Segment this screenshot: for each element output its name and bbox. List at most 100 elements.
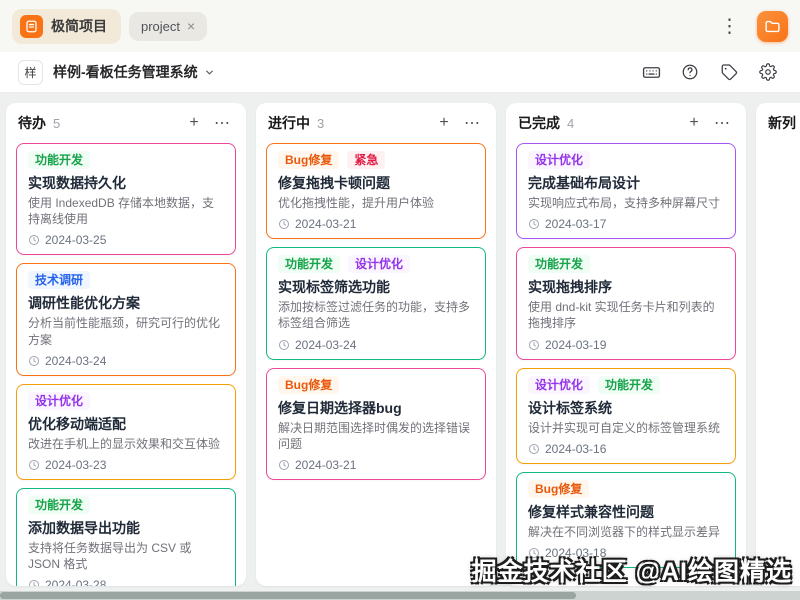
task-card[interactable]: 功能开发设计优化实现标签筛选功能添加按标签过滤任务的功能，支持多标签组合筛选 20…	[266, 247, 486, 359]
top-header: 极简项目 project × ⋮	[0, 0, 800, 52]
help-button[interactable]	[676, 58, 704, 86]
due-date-text: 2024-03-28	[45, 578, 106, 586]
task-title: 设计标签系统	[528, 399, 724, 418]
clock-icon	[28, 459, 40, 471]
clock-icon	[28, 355, 40, 367]
column-title-text: 进行中	[268, 115, 310, 131]
clock-icon	[528, 218, 540, 230]
column-actions: +⋯	[182, 111, 234, 135]
column-header: 进行中3 +⋯	[256, 103, 496, 141]
tag-pill: 技术调研	[28, 271, 90, 289]
due-date-text: 2024-03-16	[545, 442, 606, 456]
task-title: 修复日期选择器bug	[278, 399, 474, 418]
horizontal-scrollbar[interactable]	[0, 591, 800, 600]
due-date-text: 2024-03-24	[295, 338, 356, 352]
task-description: 使用 dnd-kit 实现任务卡片和列表的拖拽排序	[528, 299, 724, 331]
task-due-date: 2024-03-25	[28, 233, 224, 247]
task-description: 添加按标签过滤任务的功能，支持多标签组合筛选	[278, 299, 474, 331]
column-title: 进行中3	[268, 113, 324, 133]
tag-row: 设计优化功能开发	[528, 376, 724, 394]
task-description: 使用 IndexedDB 存储本地数据，支持离线使用	[28, 195, 224, 227]
keyboard-icon	[642, 63, 661, 82]
task-description: 解决在不同浏览器下的样式显示差异	[528, 524, 724, 540]
due-date-text: 2024-03-18	[545, 546, 606, 560]
column-title-text: 待办	[18, 115, 46, 131]
task-card[interactable]: 技术调研调研性能优化方案分析当前性能瓶颈，研究可行的优化方案2024-03-24	[16, 263, 236, 375]
task-description: 改进在手机上的显示效果和交互体验	[28, 436, 224, 452]
tag-pill: 设计优化	[348, 255, 410, 273]
board-column: 已完成4+⋯设计优化完成基础布局设计实现响应式布局，支持多种屏幕尺寸2024-0…	[506, 103, 746, 586]
task-title: 实现数据持久化	[28, 174, 224, 193]
clock-icon	[28, 579, 40, 586]
keyboard-shortcuts-button[interactable]	[637, 58, 665, 86]
tab-label: 极简项目	[51, 16, 107, 36]
task-title: 完成基础布局设计	[528, 174, 724, 193]
task-title: 添加数据导出功能	[28, 519, 224, 538]
tags-button[interactable]	[715, 58, 743, 86]
add-card-button[interactable]: +	[432, 111, 456, 135]
task-title: 修复样式兼容性问题	[528, 503, 724, 522]
card-list: 功能开发 实现数据持久化使用 IndexedDB 存储本地数据，支持离线使用 202…	[6, 141, 246, 586]
tag-pill: 设计优化	[528, 376, 590, 394]
tag-row: 功能开发	[528, 255, 724, 273]
add-card-button[interactable]: +	[182, 111, 206, 135]
task-card[interactable]: Bug修复紧急修复拖拽卡顿问题优化拖拽性能，提升用户体验2024-03-21	[266, 143, 486, 239]
tag-row: Bug修复	[528, 480, 724, 498]
task-card[interactable]: Bug修复修复样式兼容性问题解决在不同浏览器下的样式显示差异 2024-03-18	[516, 472, 736, 568]
column-menu-button[interactable]: ⋯	[210, 111, 234, 135]
task-due-date: 2024-03-23	[28, 458, 224, 472]
tag-row: 技术调研	[28, 271, 224, 289]
tag-pill: 功能开发	[528, 255, 590, 273]
task-due-date: 2024-03-24	[278, 338, 474, 352]
task-card[interactable]: 功能开发实现拖拽排序使用 dnd-kit 实现任务卡片和列表的拖拽排序2024-…	[516, 247, 736, 359]
column-count: 5	[53, 116, 60, 131]
clock-icon	[278, 339, 290, 351]
column-menu-button[interactable]: ⋯	[460, 111, 484, 135]
tag-pill: Bug修复	[278, 376, 339, 394]
clock-icon	[528, 339, 540, 351]
task-card[interactable]: 设计优化优化移动端适配改进在手机上的显示效果和交互体验 2024-03-23	[16, 384, 236, 480]
tag-row: 功能开发设计优化	[278, 255, 474, 273]
task-title: 调研性能优化方案	[28, 294, 224, 313]
app-folder-icon[interactable]	[757, 11, 788, 42]
task-card[interactable]: 设计优化完成基础布局设计实现响应式布局，支持多种屏幕尺寸2024-03-17	[516, 143, 736, 239]
column-actions: +⋯	[682, 111, 734, 135]
board-title-switcher[interactable]: 样例-看板任务管理系统	[53, 62, 215, 82]
column-actions: +⋯	[432, 111, 484, 135]
scrollbar-thumb[interactable]	[0, 592, 576, 599]
tab-project[interactable]: project ×	[129, 12, 207, 41]
task-card[interactable]: 设计优化功能开发设计标签系统设计并实现可自定义的标签管理系统2024-03-16	[516, 368, 736, 464]
due-date-text: 2024-03-21	[295, 458, 356, 472]
close-icon[interactable]: ×	[187, 19, 195, 33]
board-column: 待办 5 +⋯ 功能开发 实现数据持久化使用 IndexedDB 存储本地数据，支持离线…	[6, 103, 246, 586]
clock-icon	[278, 218, 290, 230]
column-title: 新列	[768, 113, 796, 133]
task-title: 实现标签筛选功能	[278, 278, 474, 297]
column-menu-button[interactable]: ⋯	[710, 111, 734, 135]
task-card[interactable]: Bug修复修复日期选择器bug解决日期范围选择时偶发的选择错误问题2024-03…	[266, 368, 486, 480]
column-header: 新列+⋯	[756, 103, 800, 141]
column-title: 已完成4	[518, 113, 574, 133]
task-title: 优化移动端适配	[28, 415, 224, 434]
tag-row: 功能开发	[28, 496, 224, 514]
clock-icon	[278, 459, 290, 471]
task-due-date: 2024-03-19	[528, 338, 724, 352]
add-card-button[interactable]: +	[682, 111, 706, 135]
tag-row: Bug修复	[278, 376, 474, 394]
tag-pill: Bug修复	[278, 151, 339, 169]
tag-pill: 功能开发	[598, 376, 660, 394]
help-icon	[681, 63, 699, 81]
column-header: 待办 5 +⋯	[6, 103, 246, 141]
card-list	[756, 141, 800, 153]
tab-app-home[interactable]: 极简项目	[12, 9, 121, 44]
tag-pill: 设计优化	[528, 151, 590, 169]
task-card[interactable]: 功能开发实现数据持久化使用 IndexedDB 存储本地数据，支持离线使用202…	[16, 143, 236, 255]
task-card[interactable]: 功能开发添加数据导出功能支持将任务数据导出为 CSV 或 JSON 格式2024…	[16, 488, 236, 586]
column-title-text: 已完成	[518, 115, 560, 131]
toolbar-icons	[637, 58, 782, 86]
more-menu-icon[interactable]: ⋮	[710, 15, 749, 38]
settings-button[interactable]	[754, 58, 782, 86]
tag-row: 设计优化	[28, 392, 224, 410]
chevron-down-icon	[204, 67, 215, 78]
tag-pill: 紧急	[347, 151, 385, 169]
